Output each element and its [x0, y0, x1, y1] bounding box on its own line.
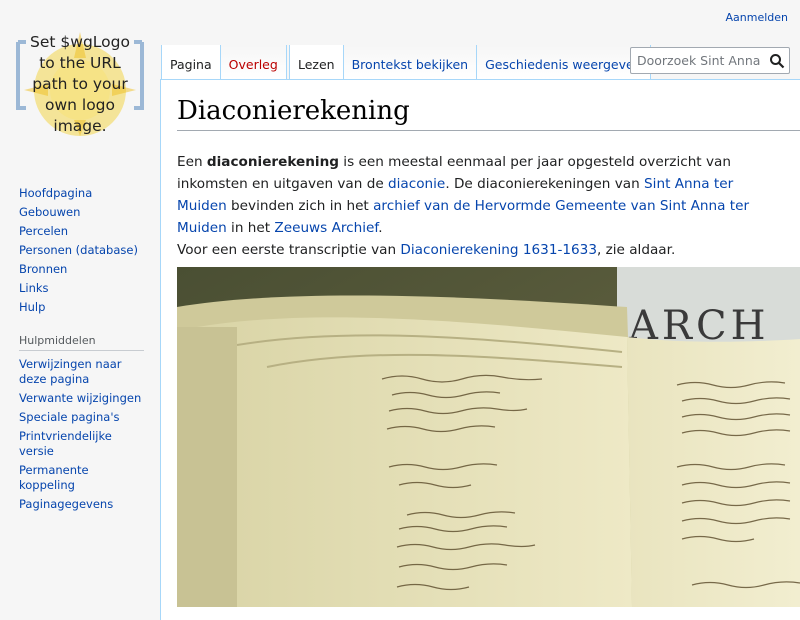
paragraph-intro: Een diaconierekening is een meestal eenm… [177, 151, 777, 239]
logo-line: path to your [32, 75, 128, 93]
toolbox-item-printable[interactable]: Printvriendelijke versie [19, 429, 112, 458]
page-title: Diaconierekening [177, 96, 800, 131]
tab-pagina[interactable]: Pagina [161, 45, 221, 79]
tab-geschiedenis-weergeven[interactable]: Geschiedenis weergeven [477, 45, 651, 79]
tab-brontekst-bekijken[interactable]: Brontekst bekijken [343, 45, 478, 79]
personal-tools: Aanmelden [726, 11, 789, 24]
text: Voor een eerste transcriptie van [177, 242, 401, 258]
namespace-tabs: Pagina Overleg [161, 45, 287, 79]
text: in het [226, 220, 275, 236]
link-diaconie[interactable]: diaconie [388, 176, 445, 192]
login-link[interactable]: Aanmelden [726, 11, 789, 24]
sidebar-item-links[interactable]: Links [19, 281, 49, 295]
main-content: Diaconierekening Een diaconierekening is… [160, 79, 800, 620]
sidebar-item-personen[interactable]: Personen (database) [19, 243, 138, 257]
sidebar-item-hoofdpagina[interactable]: Hoofdpagina [19, 186, 92, 200]
manuscript-image: ARCH [177, 267, 800, 607]
link-diaconierekening-1631-1633[interactable]: Diaconierekening 1631-1633 [400, 242, 597, 258]
view-tabs: Lezen Brontekst bekijken Geschiedenis we… [289, 45, 651, 79]
toolbox-item-whatlinkshere[interactable]: Verwijzingen naar deze pagina [19, 357, 122, 386]
logo-text: Set $wgLogo to the URL path to your own … [20, 32, 140, 137]
search-input[interactable] [637, 49, 765, 72]
toolbox-item-related-changes[interactable]: Verwante wijzigingen [19, 391, 141, 405]
toolbox-item-permalink[interactable]: Permanente koppeling [19, 463, 89, 492]
toolbox-heading: Hulpmiddelen [19, 334, 144, 351]
search-icon[interactable] [769, 53, 785, 69]
sidebar-item-bronnen[interactable]: Bronnen [19, 262, 67, 276]
logo-line: image. [53, 117, 107, 135]
site-logo[interactable]: Set $wgLogo to the URL path to your own … [10, 28, 150, 138]
text: . De diaconierekeningen van [445, 176, 645, 192]
logo-line: Set $wgLogo [30, 33, 130, 51]
tab-overleg[interactable]: Overleg [220, 45, 287, 79]
logo-line: to the URL [39, 54, 121, 72]
sidebar-navigation: Hoofdpagina Gebouwen Percelen Personen (… [19, 186, 144, 319]
search-box [630, 47, 790, 74]
text: . [378, 220, 383, 236]
link-zeeuws-archief[interactable]: Zeeuws Archief [274, 220, 378, 236]
sidebar-item-gebouwen[interactable]: Gebouwen [19, 205, 80, 219]
paragraph-transcription: Voor een eerste transcriptie van Diaconi… [177, 239, 777, 261]
text: Een [177, 154, 207, 170]
toolbox-item-special-pages[interactable]: Speciale pagina's [19, 410, 120, 424]
text: , zie aldaar. [596, 242, 676, 258]
sidebar-item-hulp[interactable]: Hulp [19, 300, 45, 314]
text: bevinden zich in het [226, 198, 374, 214]
sidebar-item-percelen[interactable]: Percelen [19, 224, 68, 238]
tab-lezen[interactable]: Lezen [289, 45, 344, 79]
sidebar-toolbox: Hulpmiddelen Verwijzingen naar deze pagi… [19, 334, 144, 516]
bold-term: diaconierekening [206, 154, 339, 170]
toolbox-item-page-info[interactable]: Paginagegevens [19, 497, 113, 511]
article-body: Een diaconierekening is een meestal eenm… [177, 151, 777, 261]
archive-photo[interactable]: ARCH [177, 267, 800, 607]
logo-line: own logo [44, 96, 116, 114]
